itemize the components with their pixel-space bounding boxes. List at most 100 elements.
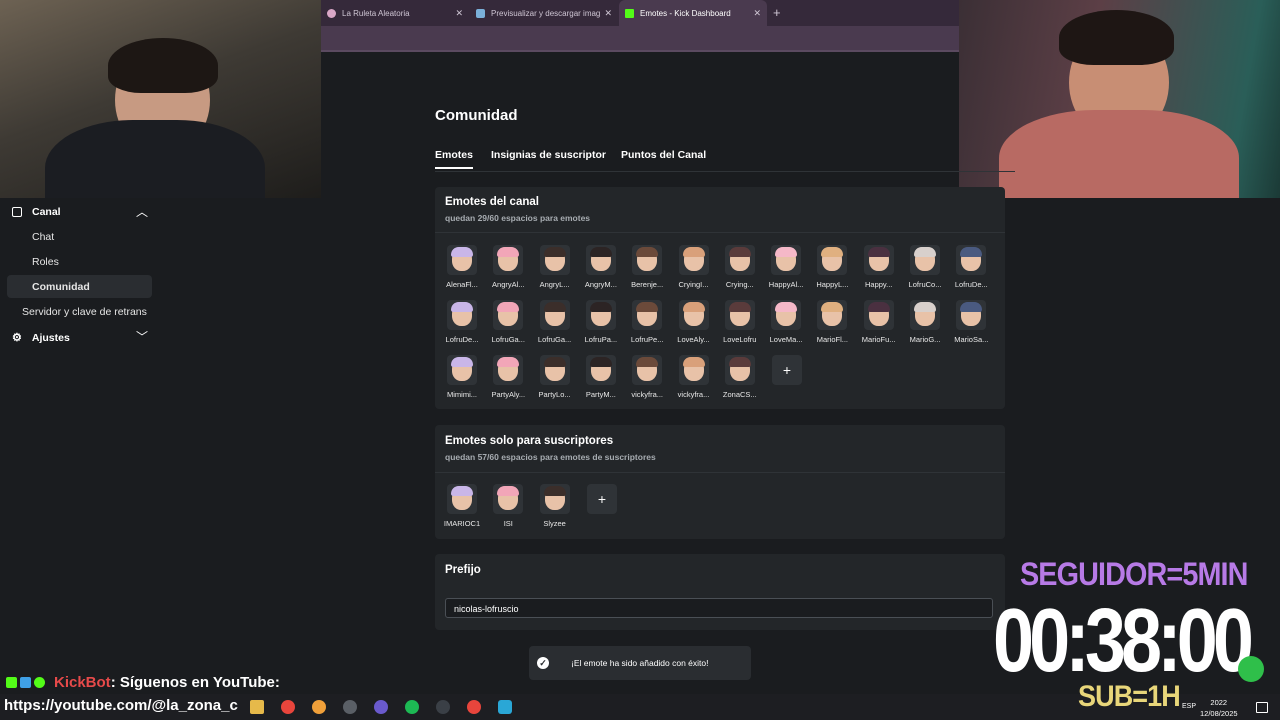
emote-image	[447, 484, 477, 514]
follower-overlay-text: SEGUIDOR=5MIN	[1020, 556, 1248, 592]
emote-item[interactable]: LofruPe...	[624, 300, 670, 344]
emote-item[interactable]: PartyAly...	[485, 355, 531, 399]
emote-image	[910, 245, 940, 275]
emote-item[interactable]: vickyfra...	[671, 355, 717, 399]
emote-item[interactable]: LofruDe...	[948, 245, 994, 289]
sidebar-item-comunidad[interactable]: Comunidad	[32, 281, 90, 293]
chevron-up-icon[interactable]: ︿	[136, 203, 148, 220]
emote-image	[632, 300, 663, 330]
emote-image	[863, 245, 894, 275]
tab-puntos[interactable]: Puntos del Canal	[621, 149, 706, 161]
sidebar-item-chat[interactable]: Chat	[32, 231, 54, 243]
emote-image	[956, 245, 987, 275]
close-icon[interactable]: ✕	[455, 8, 463, 19]
emote-item[interactable]: LoveAly...	[671, 300, 717, 344]
emote-label: Mimimi...	[447, 390, 477, 399]
emote-item[interactable]: LofruGa...	[532, 300, 578, 344]
emote-item[interactable]: AngryAl...	[485, 245, 531, 289]
sidebar-item-servidor[interactable]: Servidor y clave de retrans	[22, 306, 147, 318]
discord-icon[interactable]	[374, 700, 388, 714]
emote-item[interactable]: MarioFu...	[856, 300, 902, 344]
emote-label: Happy...	[865, 280, 893, 289]
emote-label: ISI	[503, 519, 513, 528]
emote-image	[585, 245, 616, 275]
chrome-icon[interactable]	[467, 700, 481, 714]
emote-item[interactable]: HappyL...	[809, 245, 855, 289]
sidebar-item-ajustes[interactable]: ⚙ Ajustes	[12, 331, 70, 345]
taskbar-clock[interactable]: 2022 12/08/2025	[1200, 697, 1238, 719]
emote-item[interactable]: vickyfra...	[624, 355, 670, 399]
emote-item[interactable]: LofruCo...	[902, 245, 948, 289]
chrome-icon[interactable]	[281, 700, 295, 714]
sidebar-item-canal[interactable]: Canal	[12, 206, 61, 218]
new-tab-button[interactable]: +	[773, 5, 781, 20]
add-sub-emote-button[interactable]: +	[587, 484, 617, 514]
emote-label: AngryAl...	[492, 280, 525, 289]
tab-insignias[interactable]: Insignias de suscriptor	[491, 149, 606, 161]
file-explorer-icon[interactable]	[250, 700, 264, 714]
emote-item[interactable]: ISI	[485, 484, 531, 528]
app-icon[interactable]	[498, 700, 512, 714]
emote-image	[956, 300, 987, 330]
obs-icon[interactable]	[343, 700, 357, 714]
emote-item[interactable]: AlenaFl...	[439, 245, 485, 289]
emote-label: MarioG...	[909, 335, 941, 344]
emote-item[interactable]: Mimimi...	[439, 355, 485, 399]
emote-item[interactable]: LofruGa...	[485, 300, 531, 344]
prefix-input[interactable]: nicolas-lofruscio	[445, 598, 993, 618]
address-bar[interactable]	[321, 26, 959, 52]
tab-label: Previsualizar y descargar imag	[491, 8, 601, 18]
emote-item[interactable]: Happy...	[856, 245, 902, 289]
language-indicator[interactable]: ESP	[1182, 703, 1196, 710]
browser-icon[interactable]	[312, 700, 326, 714]
tab-label: La Ruleta Aleatoria	[342, 8, 410, 18]
emote-item[interactable]: LofruPa...	[578, 300, 624, 344]
close-icon[interactable]: ✕	[604, 8, 612, 19]
emote-item[interactable]: LoveLofru	[717, 300, 763, 344]
emote-item[interactable]: LofruDe...	[439, 300, 485, 344]
browser-tab-active[interactable]: Emotes - Kick Dashboard ✕	[619, 0, 767, 26]
emote-item[interactable]: AngryL...	[532, 245, 578, 289]
emote-label: LoveAly...	[677, 335, 710, 344]
emote-label: vickyfra...	[677, 390, 710, 399]
emote-label: LofruDe...	[954, 280, 988, 289]
emote-label: AngryL...	[539, 280, 570, 289]
emote-image	[493, 300, 524, 330]
spotify-icon[interactable]	[405, 700, 419, 714]
emote-image	[632, 245, 663, 275]
emote-item[interactable]: ZonaCS...	[717, 355, 763, 399]
browser-tab[interactable]: Previsualizar y descargar imag ✕	[470, 0, 618, 26]
chevron-down-icon[interactable]: ﹀	[136, 328, 148, 345]
add-emote-button[interactable]: +	[772, 355, 802, 385]
emote-item[interactable]: IMARIOC1	[439, 484, 485, 528]
emote-label: AlenaFl...	[446, 280, 478, 289]
card-title: Emotes solo para suscriptores	[445, 435, 614, 447]
emote-item[interactable]: HappyAl...	[763, 245, 809, 289]
emote-item[interactable]: PartyLo...	[532, 355, 578, 399]
emote-item[interactable]: AngryM...	[578, 245, 624, 289]
emote-image	[539, 300, 570, 330]
roulette-icon	[327, 8, 336, 18]
close-icon[interactable]: ✕	[753, 8, 761, 19]
emote-item[interactable]: Slyzee	[532, 484, 578, 528]
emote-image	[632, 355, 663, 385]
emote-image	[447, 355, 477, 385]
emote-item[interactable]: PartyM...	[578, 355, 624, 399]
emote-label: HappyAl...	[768, 280, 804, 289]
emote-item[interactable]: CryingI...	[671, 245, 717, 289]
verified-badge-icon	[34, 677, 45, 688]
check-circle-icon: ✓	[537, 657, 549, 669]
emote-image	[447, 245, 477, 275]
browser-tab[interactable]: La Ruleta Aleatoria ✕	[321, 0, 469, 26]
image-icon	[476, 8, 485, 18]
tab-emotes[interactable]: Emotes	[435, 149, 473, 169]
emote-item[interactable]: Crying...	[717, 245, 763, 289]
emote-item[interactable]: LoveMa...	[763, 300, 809, 344]
sidebar-item-roles[interactable]: Roles	[32, 256, 59, 268]
emote-item[interactable]: MarioFl...	[809, 300, 855, 344]
app-icon[interactable]	[436, 700, 450, 714]
notification-icon[interactable]	[1256, 702, 1268, 713]
emote-item[interactable]: MarioSa...	[948, 300, 994, 344]
emote-item[interactable]: MarioG...	[902, 300, 948, 344]
emote-item[interactable]: Berenje...	[624, 245, 670, 289]
